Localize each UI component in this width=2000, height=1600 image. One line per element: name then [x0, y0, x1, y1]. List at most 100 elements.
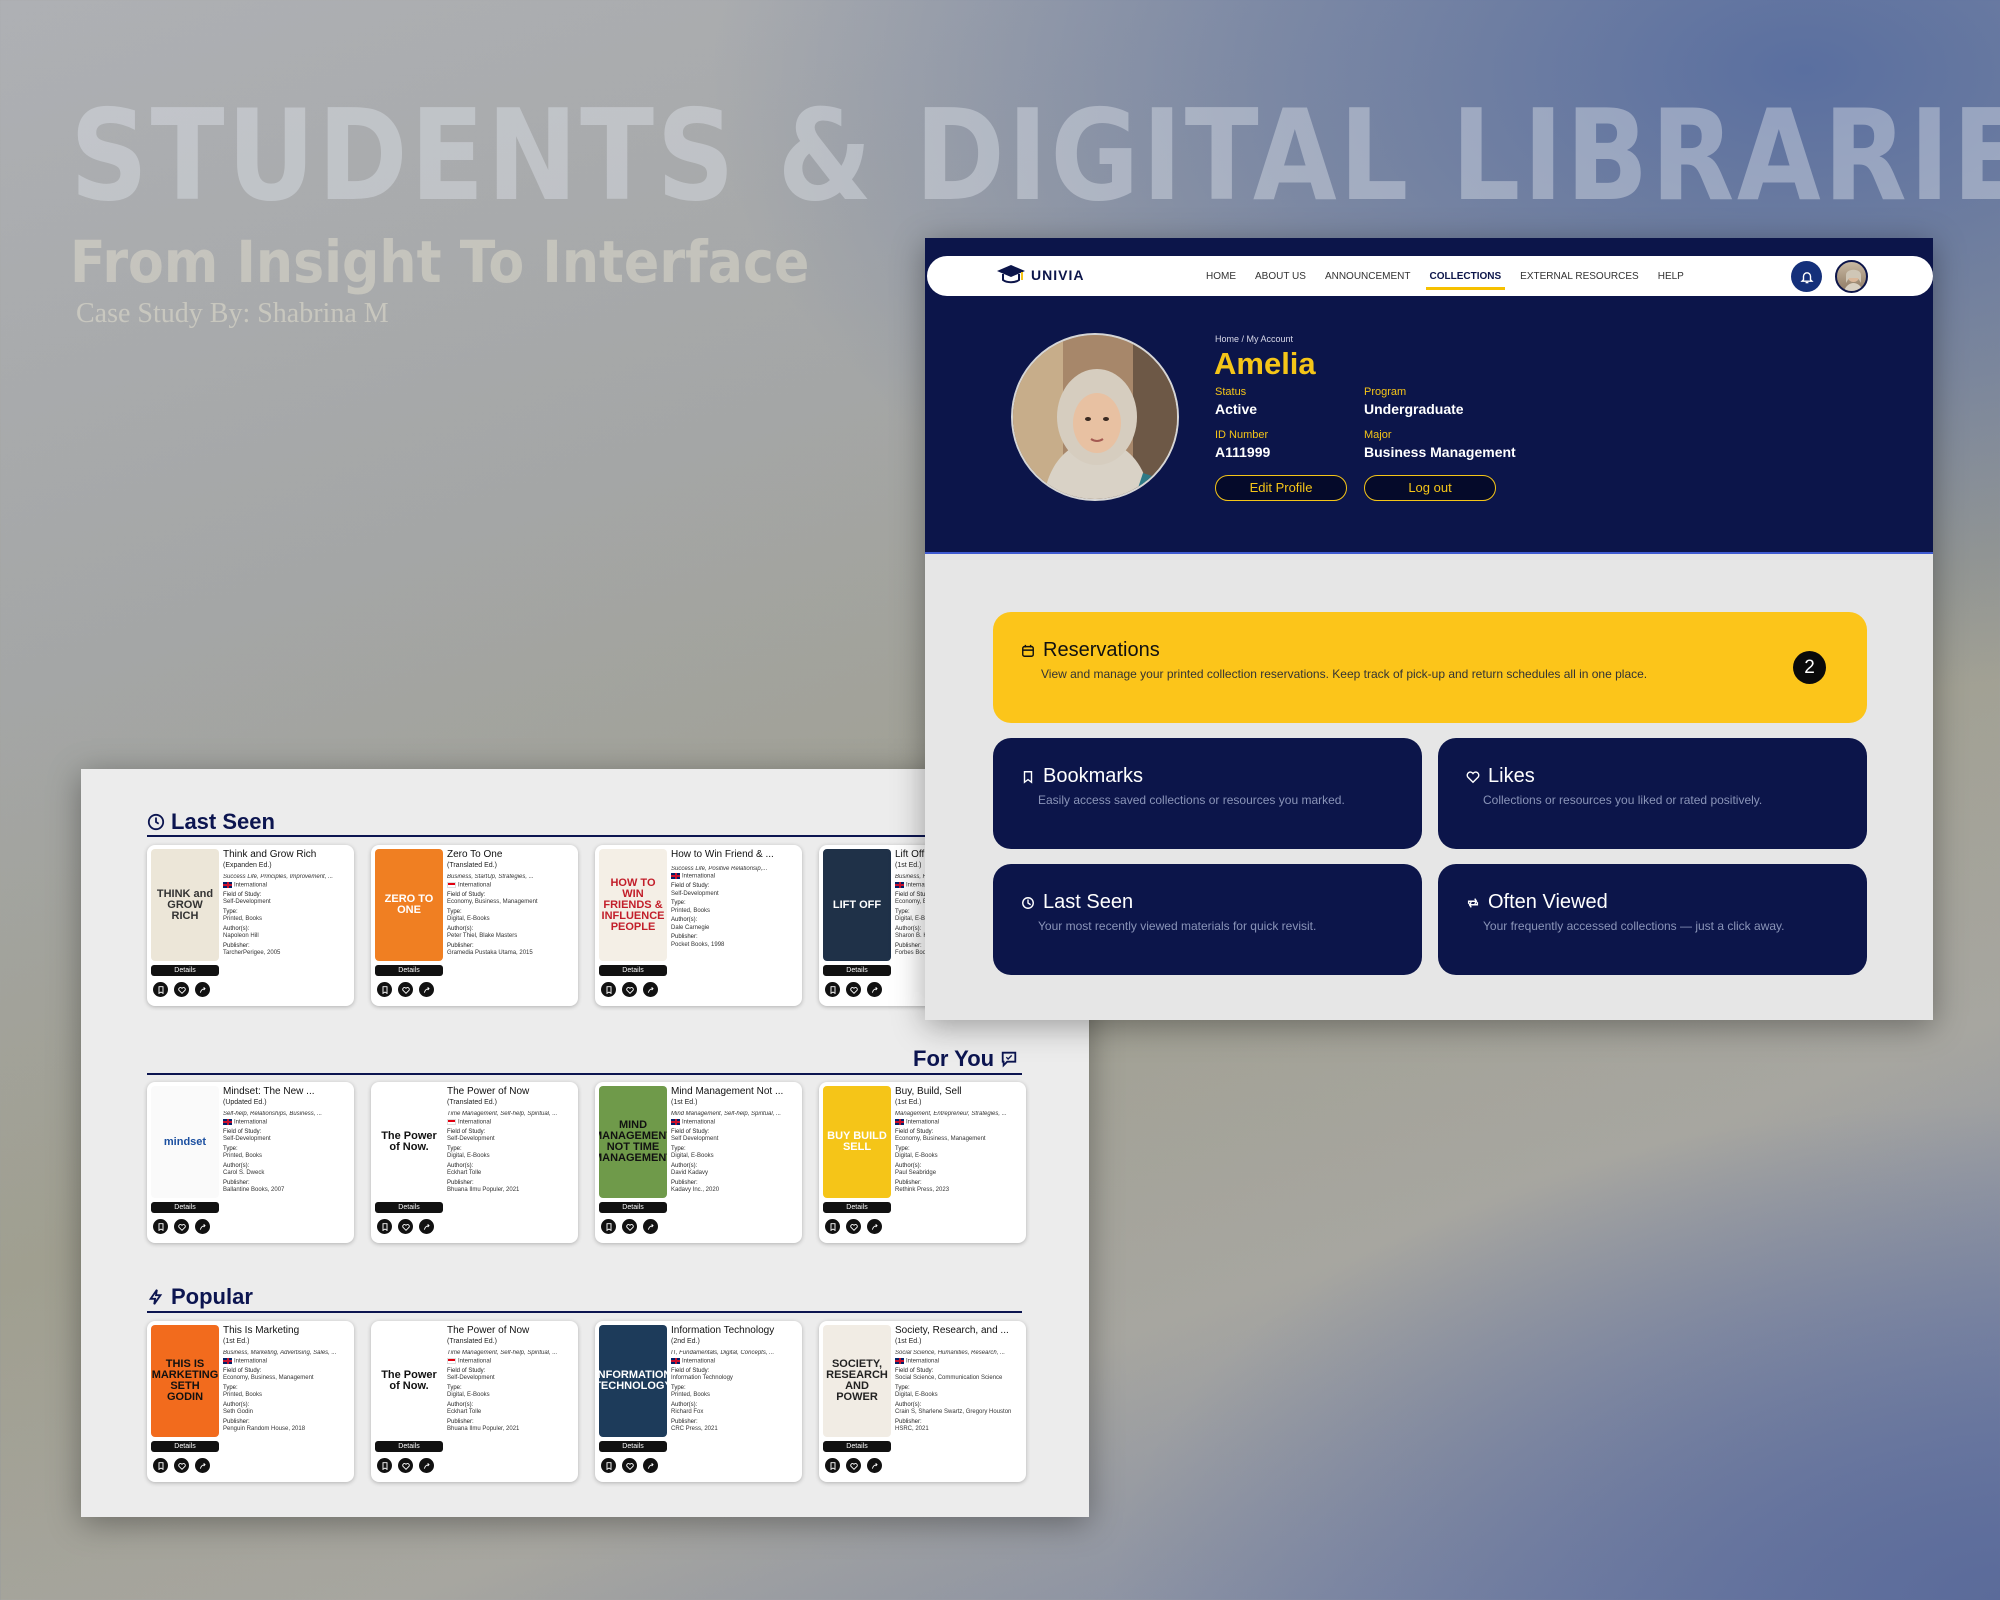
book-cover[interactable]: BUY BUILD SELL [823, 1086, 891, 1198]
heart-button[interactable] [174, 1219, 189, 1234]
details-button[interactable]: Details [823, 965, 891, 976]
bookmarks-card[interactable]: Bookmarks Easily access saved collection… [993, 738, 1422, 849]
book-cover[interactable]: mindset [151, 1086, 219, 1198]
share-button[interactable] [867, 1219, 882, 1234]
bookmark-button[interactable] [153, 1458, 168, 1473]
share-button[interactable] [195, 1458, 210, 1473]
book-author: Napoleon Hill [223, 933, 259, 940]
edit-profile-button[interactable]: Edit Profile [1215, 475, 1347, 501]
often-viewed-card[interactable]: Often Viewed Your frequently accessed co… [1438, 864, 1867, 975]
details-button[interactable]: Details [151, 1441, 219, 1452]
book-cover[interactable]: The Power of Now. [375, 1325, 443, 1437]
book-cover[interactable]: THINK and GROW RICH [151, 849, 219, 961]
heart-button[interactable] [398, 1219, 413, 1234]
book-type: Printed, Books [671, 907, 711, 914]
book-cover[interactable]: LIFT OFF [823, 849, 891, 961]
book-author: Dale Carnegie [671, 924, 710, 931]
nav-collections[interactable]: COLLECTIONS [1425, 271, 1505, 290]
book-title: Society, Research, and ... [895, 1325, 1009, 1336]
book-card[interactable]: MIND MANAGEMENT NOT TIME MANAGEMENT Deta… [595, 1082, 802, 1243]
nav-external-resources[interactable]: EXTERNAL RESOURCES [1518, 271, 1641, 282]
book-card[interactable]: BUY BUILD SELL Details Buy, Build, Sell … [819, 1082, 1026, 1243]
details-button[interactable]: Details [823, 1202, 891, 1213]
share-button[interactable] [195, 982, 210, 997]
book-cover[interactable]: The Power of Now. [375, 1086, 443, 1198]
book-cover[interactable]: ZERO TO ONE [375, 849, 443, 961]
book-author: Eckhart Tolle [447, 1409, 482, 1416]
book-card[interactable]: INFORMATION TECHNOLOGY Details Informati… [595, 1321, 802, 1482]
details-button[interactable]: Details [375, 965, 443, 976]
reservations-title-text: Reservations [1043, 639, 1160, 661]
heart-button[interactable] [622, 1458, 637, 1473]
heart-button[interactable] [622, 982, 637, 997]
nav-home[interactable]: HOME [1204, 271, 1238, 282]
bookmark-button[interactable] [377, 1458, 392, 1473]
last-seen-title: Last Seen [1021, 891, 1133, 914]
heart-button[interactable] [174, 1458, 189, 1473]
book-cover[interactable]: INFORMATION TECHNOLOGY [599, 1325, 667, 1437]
details-button[interactable]: Details [823, 1441, 891, 1452]
book-card[interactable]: ZERO TO ONE Details Zero To One (Transla… [371, 845, 578, 1006]
heart-button[interactable] [398, 1458, 413, 1473]
share-button[interactable] [867, 1458, 882, 1473]
book-card[interactable]: The Power of Now. Details The Power of N… [371, 1082, 578, 1243]
univia-logo[interactable]: UNIVIA [995, 262, 1084, 288]
likes-card[interactable]: Likes Collections or resources you liked… [1438, 738, 1867, 849]
book-card[interactable]: mindset Details Mindset: The New ... (Up… [147, 1082, 354, 1243]
book-card[interactable]: THINK and GROW RICH Details Think and Gr… [147, 845, 354, 1006]
share-button[interactable] [419, 982, 434, 997]
heart-button[interactable] [398, 982, 413, 997]
share-button[interactable] [643, 1219, 658, 1234]
bookmark-button[interactable] [825, 1219, 840, 1234]
user-avatar-button[interactable] [1835, 260, 1868, 293]
book-cover[interactable]: THIS IS MARKETING SETH GODIN [151, 1325, 219, 1437]
details-button[interactable]: Details [151, 965, 219, 976]
book-card[interactable]: The Power of Now. Details The Power of N… [371, 1321, 578, 1482]
book-card[interactable]: THIS IS MARKETING SETH GODIN Details Thi… [147, 1321, 354, 1482]
heart-button[interactable] [174, 982, 189, 997]
book-region-text: International [458, 1358, 492, 1365]
last-seen-card[interactable]: Last Seen Your most recently viewed mate… [993, 864, 1422, 975]
details-button[interactable]: Details [599, 965, 667, 976]
bookmark-button[interactable] [601, 1458, 616, 1473]
reservations-card[interactable]: Reservations View and manage your printe… [993, 612, 1867, 723]
book-field: Social Science, Communication Science [895, 1375, 1003, 1382]
bookmark-button[interactable] [601, 982, 616, 997]
nav-help[interactable]: HELP [1656, 271, 1686, 282]
book-actions [601, 1458, 658, 1473]
book-card[interactable]: HOW TO WIN FRIENDS & INFLUENCE PEOPLE De… [595, 845, 802, 1006]
logout-button[interactable]: Log out [1364, 475, 1496, 501]
heart-button[interactable] [846, 982, 861, 997]
share-button[interactable] [867, 982, 882, 997]
share-button[interactable] [195, 1219, 210, 1234]
book-card[interactable]: SOCIETY, RESEARCH AND POWER Details Soci… [819, 1321, 1026, 1482]
bookmark-button[interactable] [601, 1219, 616, 1234]
nav-about-us[interactable]: ABOUT US [1253, 271, 1308, 282]
book-cover[interactable]: MIND MANAGEMENT NOT TIME MANAGEMENT [599, 1086, 667, 1198]
bookmark-button[interactable] [825, 1458, 840, 1473]
book-info: Think and Grow Rich (Expanden Ed.) Succe… [223, 849, 349, 958]
book-cover[interactable]: SOCIETY, RESEARCH AND POWER [823, 1325, 891, 1437]
book-cover[interactable]: HOW TO WIN FRIENDS & INFLUENCE PEOPLE [599, 849, 667, 961]
heart-button[interactable] [622, 1219, 637, 1234]
bookmark-button[interactable] [153, 1219, 168, 1234]
details-button[interactable]: Details [599, 1202, 667, 1213]
field-label: Field of Study: [447, 1128, 486, 1135]
book-subjects: Business, StartUp, Strategies, ... [447, 874, 534, 881]
heart-button[interactable] [846, 1458, 861, 1473]
share-button[interactable] [419, 1219, 434, 1234]
heart-button[interactable] [846, 1219, 861, 1234]
bookmark-button[interactable] [377, 1219, 392, 1234]
share-button[interactable] [643, 982, 658, 997]
notification-button[interactable] [1791, 261, 1822, 292]
bookmark-button[interactable] [825, 982, 840, 997]
details-button[interactable]: Details [599, 1441, 667, 1452]
details-button[interactable]: Details [151, 1202, 219, 1213]
share-button[interactable] [419, 1458, 434, 1473]
details-button[interactable]: Details [375, 1441, 443, 1452]
share-button[interactable] [643, 1458, 658, 1473]
nav-announcement[interactable]: ANNOUNCEMENT [1323, 271, 1413, 282]
details-button[interactable]: Details [375, 1202, 443, 1213]
bookmark-button[interactable] [153, 982, 168, 997]
bookmark-button[interactable] [377, 982, 392, 997]
